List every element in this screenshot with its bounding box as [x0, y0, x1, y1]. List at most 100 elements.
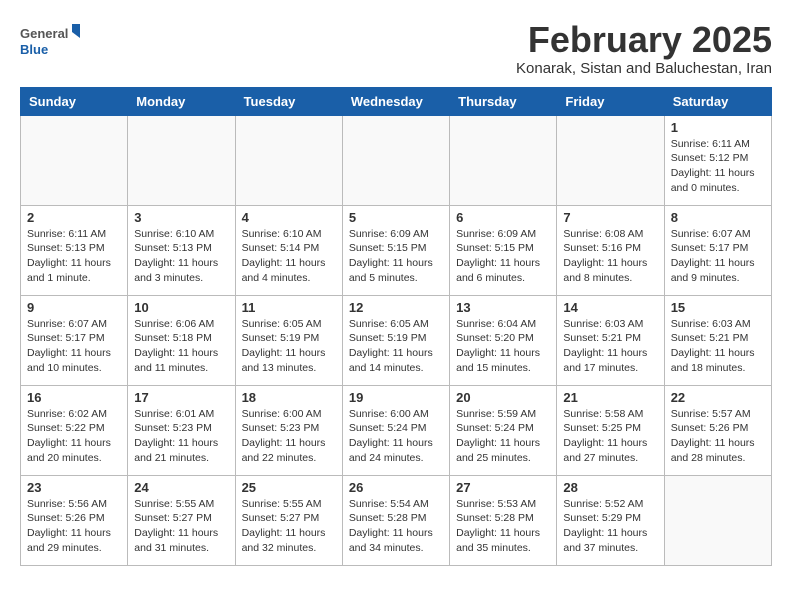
calendar-cell: 12 Sunrise: 6:05 AM Sunset: 5:19 PM Dayli… — [342, 295, 449, 385]
calendar-cell — [557, 115, 664, 205]
day-number: 4 — [242, 210, 336, 225]
calendar-cell: 22Sunrise: 5:57 AM Sunset: 5:26 PM Dayli… — [664, 385, 771, 475]
day-number: 9 — [27, 300, 121, 315]
day-info: Sunrise: 6:00 AM Sunset: 5:24 PM Dayligh… — [349, 407, 443, 466]
calendar-cell — [450, 115, 557, 205]
calendar-cell: 14 Sunrise: 6:03 AM Sunset: 5:21 PM Dayli… — [557, 295, 664, 385]
day-info: Sunrise: 5:53 AM Sunset: 5:28 PM Dayligh… — [456, 497, 550, 556]
calendar-cell: 5 Sunrise: 6:09 AM Sunset: 5:15 PM Daylig… — [342, 205, 449, 295]
day-number: 19 — [349, 390, 443, 405]
calendar-cell: 9 Sunrise: 6:07 AM Sunset: 5:17 PM Daylig… — [21, 295, 128, 385]
calendar-cell: 21Sunrise: 5:58 AM Sunset: 5:25 PM Dayli… — [557, 385, 664, 475]
calendar-cell: 20 Sunrise: 5:59 AM Sunset: 5:24 PM Dayli… — [450, 385, 557, 475]
day-info: Sunrise: 5:58 AM Sunset: 5:25 PM Dayligh… — [563, 407, 657, 466]
col-header-sunday: Sunday — [21, 87, 128, 115]
day-info: Sunrise: 6:07 AM Sunset: 5:17 PM Dayligh… — [27, 317, 121, 376]
col-header-monday: Monday — [128, 87, 235, 115]
day-info: Sunrise: 6:05 AM Sunset: 5:19 PM Dayligh… — [242, 317, 336, 376]
col-header-tuesday: Tuesday — [235, 87, 342, 115]
calendar-cell: 26 Sunrise: 5:54 AM Sunset: 5:28 PM Dayli… — [342, 475, 449, 565]
day-info: Sunrise: 6:01 AM Sunset: 5:23 PM Dayligh… — [134, 407, 228, 466]
logo: General Blue — [20, 20, 80, 64]
col-header-wednesday: Wednesday — [342, 87, 449, 115]
col-header-friday: Friday — [557, 87, 664, 115]
day-info: Sunrise: 6:09 AM Sunset: 5:15 PM Dayligh… — [456, 227, 550, 286]
calendar-week-4: 23Sunrise: 5:56 AM Sunset: 5:26 PM Dayli… — [21, 475, 772, 565]
calendar-cell — [128, 115, 235, 205]
col-header-saturday: Saturday — [664, 87, 771, 115]
calendar-week-2: 9 Sunrise: 6:07 AM Sunset: 5:17 PM Daylig… — [21, 295, 772, 385]
day-number: 7 — [563, 210, 657, 225]
calendar-cell: 18 Sunrise: 6:00 AM Sunset: 5:23 PM Dayli… — [235, 385, 342, 475]
day-info: Sunrise: 6:06 AM Sunset: 5:18 PM Dayligh… — [134, 317, 228, 376]
day-info: Sunrise: 5:55 AM Sunset: 5:27 PM Dayligh… — [134, 497, 228, 556]
calendar-cell: 16 Sunrise: 6:02 AM Sunset: 5:22 PM Dayli… — [21, 385, 128, 475]
calendar-cell: 1Sunrise: 6:11 AM Sunset: 5:12 PM Daylig… — [664, 115, 771, 205]
day-number: 18 — [242, 390, 336, 405]
svg-text:Blue: Blue — [20, 42, 48, 57]
day-info: Sunrise: 6:03 AM Sunset: 5:21 PM Dayligh… — [671, 317, 765, 376]
day-number: 20 — [456, 390, 550, 405]
calendar-table: SundayMondayTuesdayWednesdayThursdayFrid… — [20, 87, 772, 566]
title-block: February 2025 Konarak, Sistan and Baluch… — [516, 20, 772, 77]
day-number: 27 — [456, 480, 550, 495]
calendar-cell — [664, 475, 771, 565]
calendar-week-0: 1Sunrise: 6:11 AM Sunset: 5:12 PM Daylig… — [21, 115, 772, 205]
day-number: 2 — [27, 210, 121, 225]
day-number: 26 — [349, 480, 443, 495]
calendar-cell: 24 Sunrise: 5:55 AM Sunset: 5:27 PM Dayli… — [128, 475, 235, 565]
calendar-cell: 23Sunrise: 5:56 AM Sunset: 5:26 PM Dayli… — [21, 475, 128, 565]
day-info: Sunrise: 6:10 AM Sunset: 5:13 PM Dayligh… — [134, 227, 228, 286]
calendar-cell: 2 Sunrise: 6:11 AM Sunset: 5:13 PM Daylig… — [21, 205, 128, 295]
day-info: Sunrise: 6:00 AM Sunset: 5:23 PM Dayligh… — [242, 407, 336, 466]
calendar-cell: 27 Sunrise: 5:53 AM Sunset: 5:28 PM Dayli… — [450, 475, 557, 565]
location-subtitle: Konarak, Sistan and Baluchestan, Iran — [516, 60, 772, 77]
calendar-cell: 7 Sunrise: 6:08 AM Sunset: 5:16 PM Daylig… — [557, 205, 664, 295]
day-number: 25 — [242, 480, 336, 495]
day-info: Sunrise: 6:02 AM Sunset: 5:22 PM Dayligh… — [27, 407, 121, 466]
day-info: Sunrise: 6:11 AM Sunset: 5:13 PM Dayligh… — [27, 227, 121, 286]
calendar-cell — [235, 115, 342, 205]
calendar-cell — [342, 115, 449, 205]
calendar-cell: 11Sunrise: 6:05 AM Sunset: 5:19 PM Dayli… — [235, 295, 342, 385]
day-info: Sunrise: 6:05 AM Sunset: 5:19 PM Dayligh… — [349, 317, 443, 376]
day-info: Sunrise: 5:59 AM Sunset: 5:24 PM Dayligh… — [456, 407, 550, 466]
day-number: 8 — [671, 210, 765, 225]
calendar-week-3: 16 Sunrise: 6:02 AM Sunset: 5:22 PM Dayli… — [21, 385, 772, 475]
calendar-cell: 6 Sunrise: 6:09 AM Sunset: 5:15 PM Daylig… — [450, 205, 557, 295]
calendar-week-1: 2 Sunrise: 6:11 AM Sunset: 5:13 PM Daylig… — [21, 205, 772, 295]
day-number: 6 — [456, 210, 550, 225]
day-number: 16 — [27, 390, 121, 405]
day-info: Sunrise: 6:03 AM Sunset: 5:21 PM Dayligh… — [563, 317, 657, 376]
day-info: Sunrise: 5:52 AM Sunset: 5:29 PM Dayligh… — [563, 497, 657, 556]
day-number: 12 — [349, 300, 443, 315]
day-number: 24 — [134, 480, 228, 495]
day-info: Sunrise: 6:08 AM Sunset: 5:16 PM Dayligh… — [563, 227, 657, 286]
calendar-cell: 15 Sunrise: 6:03 AM Sunset: 5:21 PM Dayli… — [664, 295, 771, 385]
calendar-cell: 3 Sunrise: 6:10 AM Sunset: 5:13 PM Daylig… — [128, 205, 235, 295]
month-title: February 2025 — [516, 20, 772, 60]
day-info: Sunrise: 6:07 AM Sunset: 5:17 PM Dayligh… — [671, 227, 765, 286]
day-number: 15 — [671, 300, 765, 315]
day-info: Sunrise: 5:55 AM Sunset: 5:27 PM Dayligh… — [242, 497, 336, 556]
day-number: 5 — [349, 210, 443, 225]
calendar-cell: 25 Sunrise: 5:55 AM Sunset: 5:27 PM Dayli… — [235, 475, 342, 565]
day-number: 28 — [563, 480, 657, 495]
calendar-cell: 28 Sunrise: 5:52 AM Sunset: 5:29 PM Dayli… — [557, 475, 664, 565]
calendar-header-row: SundayMondayTuesdayWednesdayThursdayFrid… — [21, 87, 772, 115]
day-info: Sunrise: 6:09 AM Sunset: 5:15 PM Dayligh… — [349, 227, 443, 286]
logo-svg: General Blue — [20, 20, 80, 64]
day-number: 3 — [134, 210, 228, 225]
day-number: 1 — [671, 120, 765, 135]
col-header-thursday: Thursday — [450, 87, 557, 115]
calendar-cell — [21, 115, 128, 205]
calendar-cell: 4Sunrise: 6:10 AM Sunset: 5:14 PM Daylig… — [235, 205, 342, 295]
day-number: 10 — [134, 300, 228, 315]
day-number: 14 — [563, 300, 657, 315]
calendar-cell: 19 Sunrise: 6:00 AM Sunset: 5:24 PM Dayli… — [342, 385, 449, 475]
day-number: 22 — [671, 390, 765, 405]
calendar-cell: 17Sunrise: 6:01 AM Sunset: 5:23 PM Dayli… — [128, 385, 235, 475]
svg-text:General: General — [20, 26, 68, 41]
day-info: Sunrise: 5:54 AM Sunset: 5:28 PM Dayligh… — [349, 497, 443, 556]
day-number: 13 — [456, 300, 550, 315]
